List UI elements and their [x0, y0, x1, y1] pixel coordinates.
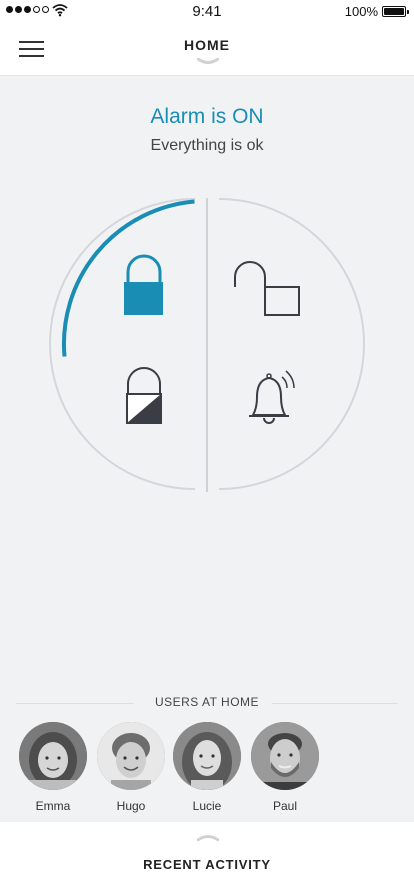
dial-left-track	[49, 198, 196, 490]
recent-activity-panel[interactable]: RECENT ACTIVITY	[0, 822, 414, 896]
lock-open-icon[interactable]	[234, 261, 300, 316]
user-paul[interactable]: Paul	[250, 722, 320, 813]
user-lucie[interactable]: Lucie	[172, 722, 242, 813]
user-name: Emma	[35, 799, 71, 813]
user-name: Paul	[272, 799, 298, 813]
user-emma[interactable]: Emma	[18, 722, 88, 813]
recent-activity-label[interactable]: RECENT ACTIVITY	[0, 857, 414, 872]
bell-alarm-icon[interactable]	[249, 370, 295, 424]
user-hugo[interactable]: Hugo	[96, 722, 166, 813]
alarm-dial	[49, 198, 365, 492]
lock-closed-icon[interactable]	[124, 254, 163, 315]
dial-right-track	[218, 198, 365, 490]
avatar[interactable]	[97, 722, 165, 790]
user-name: Hugo	[116, 799, 146, 813]
avatar[interactable]	[19, 722, 87, 790]
chevron-up-icon[interactable]	[197, 833, 219, 841]
lock-partial-icon[interactable]	[126, 367, 162, 424]
user-name: Lucie	[192, 799, 222, 813]
avatar[interactable]	[251, 722, 319, 790]
avatar[interactable]	[173, 722, 241, 790]
users-heading: USERS AT HOME	[154, 695, 260, 709]
divider-right	[272, 703, 398, 704]
